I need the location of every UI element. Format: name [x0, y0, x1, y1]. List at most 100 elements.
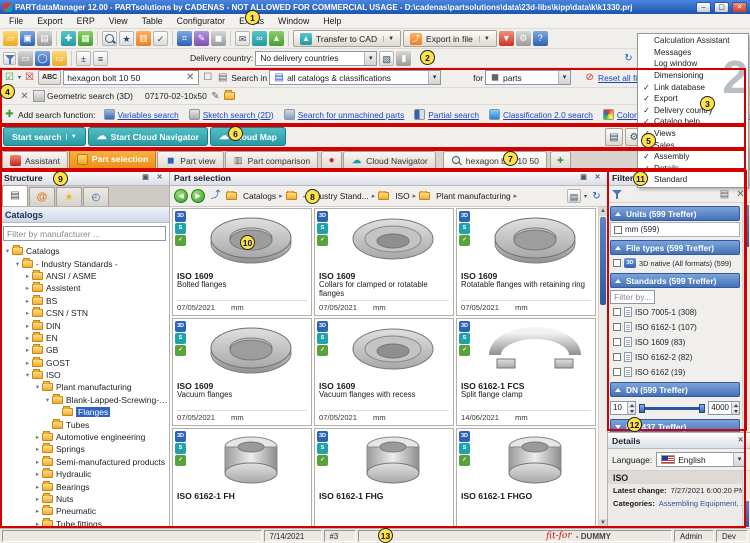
- cube-3d-icon[interactable]: [211, 31, 226, 46]
- context-menu-item[interactable]: ✓Assembly: [638, 151, 748, 163]
- tab-assistant[interactable]: Assistant: [2, 151, 68, 169]
- context-menu-item[interactable]: ✓Details: [638, 163, 748, 175]
- mail-icon[interactable]: [235, 31, 250, 46]
- search-function-link[interactable]: Classification 2.0 search: [489, 109, 593, 120]
- filter-item-mm[interactable]: mm (599): [610, 222, 740, 237]
- print-icon[interactable]: [37, 31, 52, 46]
- search-function-link[interactable]: Search for unmachined parts: [284, 109, 405, 120]
- context-menu-item[interactable]: Messages: [638, 47, 748, 59]
- export-in-file-button[interactable]: Export in file ▼: [403, 30, 497, 47]
- slider-handle-left[interactable]: [639, 404, 645, 413]
- save-icon[interactable]: [20, 31, 35, 46]
- funnel-icon[interactable]: [611, 188, 624, 201]
- filter-section-file-types[interactable]: File types (599 Treffer): [610, 240, 740, 255]
- slider-handle-right[interactable]: [699, 404, 705, 413]
- clear-search-icon[interactable]: [185, 71, 195, 84]
- tree-item[interactable]: ▸DIN: [0, 319, 169, 331]
- forward-button[interactable]: [191, 189, 205, 203]
- tree-item[interactable]: ▸ANSI / ASME: [0, 270, 169, 282]
- search-icon[interactable]: [102, 31, 117, 46]
- thread-icon[interactable]: [93, 51, 108, 66]
- spinner-icons[interactable]: [731, 402, 739, 414]
- filter-item-3d-native[interactable]: 3D native (All formats) (599): [610, 256, 740, 270]
- tree-item[interactable]: ▸CSN / STN: [0, 307, 169, 319]
- filter-section-units[interactable]: Units (599 Treffer): [610, 206, 740, 221]
- eraser-icon[interactable]: [18, 51, 33, 66]
- cloud-map-button[interactable]: ☁ Cloud Map: [210, 127, 286, 146]
- part-tile[interactable]: ISO 1609Collars for clamped or rotatable…: [314, 208, 454, 316]
- tab-favorites[interactable]: [56, 187, 82, 206]
- for-select[interactable]: parts: [485, 70, 571, 85]
- filter-standard-item[interactable]: ISO 6162-1 (107): [610, 320, 740, 334]
- table-icon[interactable]: [177, 31, 192, 46]
- tab-part-comparison[interactable]: Part comparison: [225, 151, 319, 169]
- search-in-select[interactable]: all catalogs & classifications: [269, 70, 441, 85]
- help-icon[interactable]: [533, 31, 548, 46]
- context-menu-item[interactable]: ✓Views: [638, 128, 748, 140]
- close-search-icon[interactable]: [18, 90, 31, 103]
- scrollbar-thumb[interactable]: [744, 205, 749, 247]
- filter-standard-item[interactable]: ISO 6162-2 (82): [610, 350, 740, 364]
- search-history-button[interactable]: [605, 128, 623, 146]
- tree-item[interactable]: ▾Plant manufacturing: [0, 381, 169, 393]
- tolerance-icon[interactable]: [76, 51, 91, 66]
- tree-item[interactable]: ▸GOST: [0, 357, 169, 369]
- ruler-icon[interactable]: [52, 51, 67, 66]
- start-search-button[interactable]: Start search ▼: [3, 127, 86, 146]
- filter-standard-item[interactable]: ISO 1609 (83): [610, 335, 740, 349]
- maximize-button[interactable]: [714, 2, 729, 13]
- menu-item-configurator[interactable]: Configurator: [170, 15, 232, 27]
- checkbox-icon[interactable]: [614, 226, 622, 234]
- tree-item[interactable]: ▸Bearings: [0, 480, 169, 492]
- context-menu-item[interactable]: ✓Link database: [638, 81, 748, 93]
- menu-item-file[interactable]: File: [2, 15, 30, 27]
- cart-icon[interactable]: [136, 31, 151, 46]
- context-menu-item[interactable]: ✓Catalog help: [638, 116, 748, 128]
- close-panel-icon[interactable]: [592, 173, 603, 183]
- tree-item[interactable]: ▸Assistent: [0, 282, 169, 294]
- back-button[interactable]: [174, 189, 188, 203]
- tree-item[interactable]: ▸Nuts: [0, 493, 169, 505]
- tree-item[interactable]: ▸Hydraulic: [0, 468, 169, 480]
- context-menu-item[interactable]: ✓Standard: [638, 174, 748, 186]
- tab-plus[interactable]: [550, 151, 571, 169]
- tab-part-selection[interactable]: Part selection: [69, 148, 156, 169]
- lock-icon[interactable]: [396, 51, 411, 66]
- tab-manufacturers[interactable]: [29, 187, 55, 206]
- tab-catalog-tree[interactable]: [2, 185, 28, 206]
- tree-item[interactable]: ▸BS: [0, 295, 169, 307]
- tree-item[interactable]: ▾ISO: [0, 369, 169, 381]
- tree-item[interactable]: ▾Catalogs: [0, 245, 169, 257]
- refresh-icon[interactable]: [590, 190, 603, 203]
- tree-item[interactable]: ▾Blank-Lapped-Screwing-Flange: [0, 394, 169, 406]
- filter-section-standards[interactable]: Standards (599 Treffer): [610, 273, 740, 288]
- tree-item[interactable]: ▸Pneumatic: [0, 505, 169, 517]
- part-tile[interactable]: ISO 1609Rotatable flanges with retaining…: [456, 208, 596, 316]
- tree-item[interactable]: ▸Tube fittings: [0, 518, 169, 528]
- scrollbar-thumb[interactable]: [600, 217, 606, 305]
- scrollbar-thumb[interactable]: [744, 501, 749, 527]
- checkbox-icon[interactable]: [201, 71, 214, 84]
- part-tile[interactable]: ISO 6162-1 FCSSplit flange clamp14/06/20…: [456, 318, 596, 426]
- tree-item[interactable]: ▸Springs: [0, 443, 169, 455]
- menu-item-help[interactable]: Help: [316, 15, 348, 27]
- clear-filters-icon[interactable]: [734, 188, 747, 201]
- search-function-link[interactable]: Partial search: [414, 109, 479, 120]
- part-tile[interactable]: ISO 6162-1 FHGO: [456, 428, 596, 528]
- part-tile[interactable]: ISO 6162-1 FH: [172, 428, 312, 528]
- tab-part-view[interactable]: Part view: [157, 151, 223, 169]
- browse-folder-icon[interactable]: [224, 92, 235, 100]
- context-menu-item[interactable]: ✓Export: [638, 93, 748, 105]
- filter-standard-item[interactable]: ISO 7005-1 (308): [610, 305, 740, 319]
- close-panel-icon[interactable]: [154, 173, 165, 183]
- context-menu-item[interactable]: Log window: [638, 58, 748, 70]
- remove-search-icon[interactable]: [3, 90, 16, 103]
- select-all-icon[interactable]: [3, 71, 16, 84]
- tree-item[interactable]: ▸EN: [0, 332, 169, 344]
- tree-item[interactable]: Tubes: [0, 418, 169, 430]
- project-icon[interactable]: [78, 31, 93, 46]
- spinner-icons[interactable]: [627, 402, 635, 414]
- edit-icon[interactable]: [209, 90, 222, 103]
- menu-item-export[interactable]: Export: [30, 15, 69, 27]
- filter-scrollbar[interactable]: [742, 203, 750, 432]
